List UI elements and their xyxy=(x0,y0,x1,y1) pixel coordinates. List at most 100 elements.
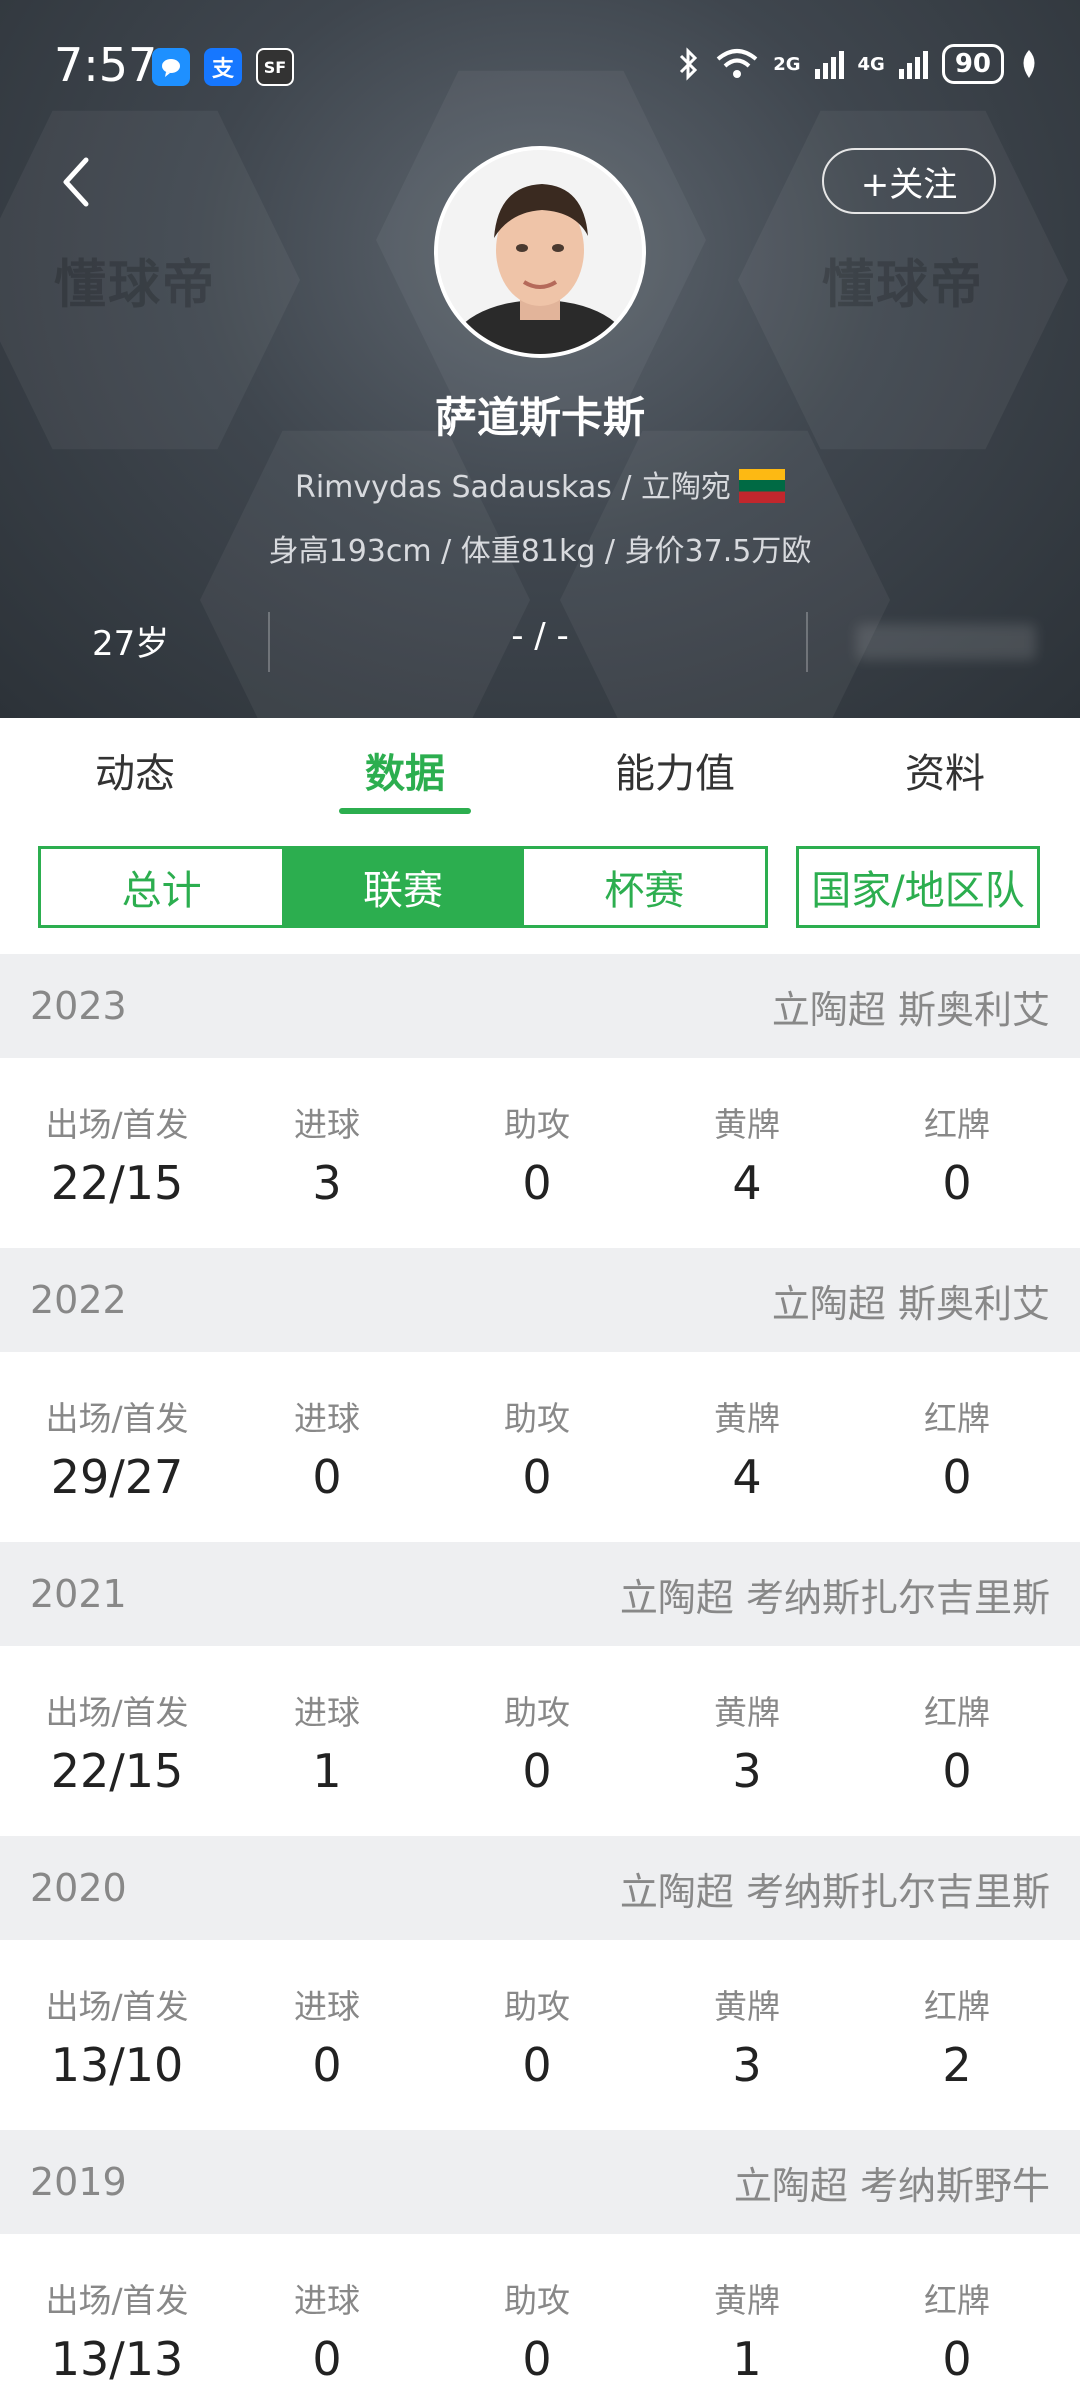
back-arrow-icon[interactable] xyxy=(56,152,96,212)
stat-label-red-cards: 红牌 xyxy=(924,1399,990,1438)
season-header: 2022 立陶超 斯奥利艾 xyxy=(0,1248,1080,1352)
system-indicators: 2G 4G 90 xyxy=(677,44,1040,84)
stat-goals: 0 xyxy=(312,1450,342,1504)
stat-red-cards: 2 xyxy=(942,2038,972,2092)
tab-profile[interactable]: 资料 xyxy=(810,718,1080,822)
stat-appearances: 29/27 xyxy=(50,1450,184,1504)
stat-label-red-cards: 红牌 xyxy=(924,1693,990,1732)
stat-label-goals: 进球 xyxy=(294,1399,360,1438)
stat-red-cards: 0 xyxy=(942,1744,972,1798)
season-league-team: 立陶超 考纳斯野牛 xyxy=(733,2163,1050,2208)
stat-label-assists: 助攻 xyxy=(504,1399,570,1438)
stat-label-appearances: 出场/首发 xyxy=(45,1987,189,2026)
follow-button[interactable]: +关注 xyxy=(822,148,996,214)
watermark: 懂球帝 xyxy=(53,255,216,316)
divider xyxy=(806,612,808,672)
season-league-team: 立陶超 考纳斯扎尔吉里斯 xyxy=(619,1869,1050,1914)
tab-bar: 动态 数据 能力值 资料 xyxy=(0,718,1080,822)
stat-label-yellow-cards: 黄牌 xyxy=(714,1987,780,2026)
stat-assists: 0 xyxy=(522,2038,552,2092)
tab-data[interactable]: 数据 xyxy=(270,718,540,822)
wifi-icon xyxy=(716,49,758,78)
segment-total[interactable]: 总计 xyxy=(41,849,282,925)
stat-assists: 0 xyxy=(522,1156,552,1210)
stat-red-cards: 0 xyxy=(942,1450,972,1504)
watermark: 懂球帝 xyxy=(821,255,984,316)
network-type-1: 2G xyxy=(773,53,801,75)
segment-league[interactable]: 联赛 xyxy=(282,849,524,925)
blurred-info xyxy=(856,624,1036,660)
season-year: 2023 xyxy=(30,984,127,1028)
stat-label-assists: 助攻 xyxy=(504,1693,570,1732)
stat-yellow-cards: 1 xyxy=(732,2332,762,2386)
season-year: 2020 xyxy=(30,1866,127,1910)
season-stats-row: 出场/首发 13/10 进球 0 助攻 0 黄牌 3 红牌 2 xyxy=(0,1940,1080,2130)
segment-cup[interactable]: 杯赛 xyxy=(524,849,765,925)
season-header: 2019 立陶超 考纳斯野牛 xyxy=(0,2130,1080,2234)
season-header: 2023 立陶超 斯奥利艾 xyxy=(0,954,1080,1058)
stat-red-cards: 0 xyxy=(942,2332,972,2386)
battery-indicator: 90 xyxy=(941,44,1004,84)
stat-goals: 0 xyxy=(312,2038,342,2092)
stat-label-yellow-cards: 黄牌 xyxy=(714,2281,780,2320)
player-name: 萨道斯卡斯 xyxy=(434,393,645,442)
season-year: 2019 xyxy=(30,2160,127,2204)
stat-label-goals: 进球 xyxy=(294,1105,360,1144)
competition-segment-control: 总计 联赛 杯赛 xyxy=(38,846,768,928)
season-stats-row: 出场/首发 22/15 进球 3 助攻 0 黄牌 4 红牌 0 xyxy=(0,1058,1080,1248)
season-year: 2021 xyxy=(30,1572,127,1616)
tab-ability[interactable]: 能力值 xyxy=(540,718,810,822)
stat-label-goals: 进球 xyxy=(294,2281,360,2320)
stat-label-red-cards: 红牌 xyxy=(924,1987,990,2026)
stat-label-yellow-cards: 黄牌 xyxy=(714,1105,780,1144)
stat-appearances: 22/15 xyxy=(50,1744,184,1798)
national-team-button[interactable]: 国家/地区队 xyxy=(796,846,1040,928)
stat-label-assists: 助攻 xyxy=(504,1987,570,2026)
player-physical-info: 身高193cm / 体重81kg / 身价37.5万欧 xyxy=(268,534,812,569)
status-bar: 7:57 支 SF 2G 4G 90 xyxy=(0,0,1080,130)
stat-assists: 0 xyxy=(522,2332,552,2386)
season-league-team: 立陶超 斯奥利艾 xyxy=(771,1281,1050,1326)
season-header: 2020 立陶超 考纳斯扎尔吉里斯 xyxy=(0,1836,1080,1940)
stat-yellow-cards: 3 xyxy=(732,1744,762,1798)
stat-yellow-cards: 3 xyxy=(732,2038,762,2092)
season-header: 2021 立陶超 考纳斯扎尔吉里斯 xyxy=(0,1542,1080,1646)
stat-label-yellow-cards: 黄牌 xyxy=(714,1399,780,1438)
message-notification-icon xyxy=(152,48,190,86)
signal-bars-icon xyxy=(814,49,844,79)
stat-label-red-cards: 红牌 xyxy=(924,1105,990,1144)
stat-label-appearances: 出场/首发 xyxy=(45,1399,189,1438)
sf-express-notification-icon: SF xyxy=(256,48,294,86)
season-league-team: 立陶超 斯奥利艾 xyxy=(771,987,1050,1032)
stat-assists: 0 xyxy=(522,1450,552,1504)
player-nationality: Rimvydas Sadauskas / 立陶宛 xyxy=(294,470,732,505)
stat-red-cards: 0 xyxy=(942,1156,972,1210)
player-subtitle: Rimvydas Sadauskas / 立陶宛 xyxy=(0,462,1080,506)
season-league-team: 立陶超 考纳斯扎尔吉里斯 xyxy=(619,1575,1050,1620)
leaf-icon xyxy=(1023,50,1035,78)
stat-appearances: 22/15 xyxy=(50,1156,184,1210)
season-stats-row: 出场/首发 29/27 进球 0 助攻 0 黄牌 4 红牌 0 xyxy=(0,1352,1080,1542)
stat-label-appearances: 出场/首发 xyxy=(45,1693,189,1732)
alipay-notification-icon: 支 xyxy=(204,48,242,86)
stat-yellow-cards: 4 xyxy=(732,1156,762,1210)
stat-appearances: 13/13 xyxy=(50,2332,184,2386)
stat-goals: 1 xyxy=(312,1744,342,1798)
stat-goals: 3 xyxy=(312,1156,342,1210)
stat-label-yellow-cards: 黄牌 xyxy=(714,1693,780,1732)
season-stats-row: 出场/首发 13/13 进球 0 助攻 0 黄牌 1 红牌 0 xyxy=(0,2234,1080,2388)
network-type-2: 4G xyxy=(857,53,885,75)
bluetooth-icon xyxy=(680,47,698,81)
stat-label-goals: 进球 xyxy=(294,1693,360,1732)
lithuania-flag-icon xyxy=(739,469,786,503)
status-time: 7:57 xyxy=(54,38,158,92)
tab-news[interactable]: 动态 xyxy=(0,718,270,822)
player-avatar xyxy=(434,146,646,358)
stat-goals: 0 xyxy=(312,2332,342,2386)
stat-label-assists: 助攻 xyxy=(504,1105,570,1144)
stat-assists: 0 xyxy=(522,1744,552,1798)
stat-label-goals: 进球 xyxy=(294,1987,360,2026)
player-header: 懂球帝 懂球帝 7:57 支 SF 2G 4G 90 +关注 萨道斯卡斯 Rim… xyxy=(0,0,1080,718)
stat-label-assists: 助攻 xyxy=(504,2281,570,2320)
signal-bars-icon xyxy=(898,49,928,79)
